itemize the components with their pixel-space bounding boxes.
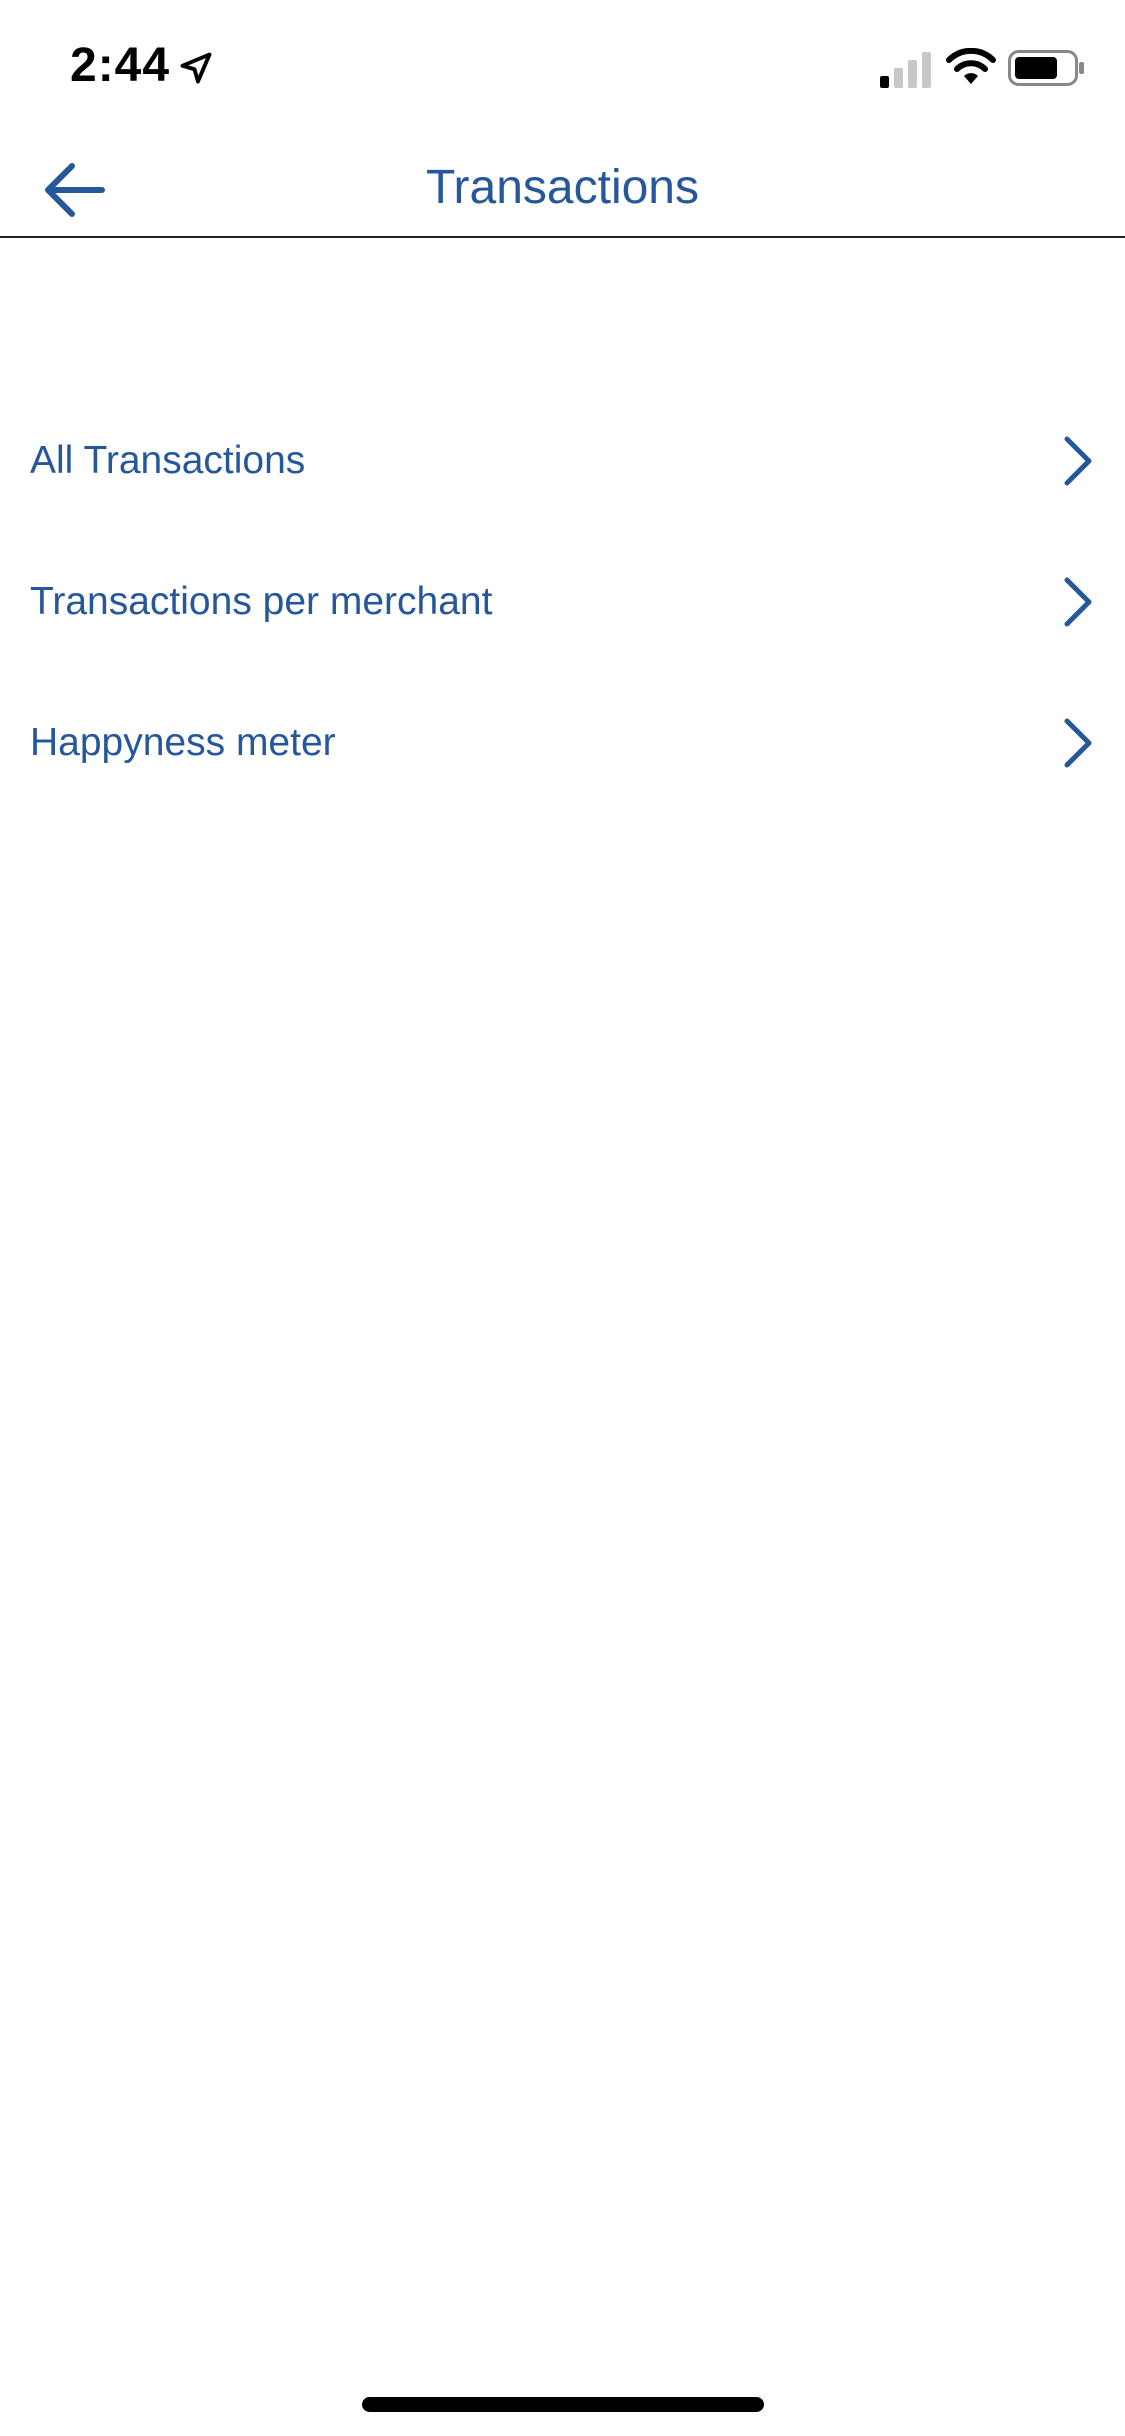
menu-item-happyness-meter[interactable]: Happyness meter — [0, 672, 1125, 813]
menu-item-all-transactions[interactable]: All Transactions — [0, 390, 1125, 531]
menu-item-label: Happyness meter — [30, 720, 336, 764]
chevron-right-icon — [1064, 436, 1092, 485]
wifi-icon — [946, 48, 996, 84]
menu-item-label: Transactions per merchant — [30, 579, 493, 623]
home-indicator[interactable] — [362, 2397, 764, 2412]
status-bar: 2:44 — [0, 0, 1125, 140]
location-arrow-icon — [180, 52, 212, 84]
page-title: Transactions — [0, 140, 1125, 236]
transactions-menu: All Transactions Transactions per mercha… — [0, 390, 1125, 813]
menu-item-label: All Transactions — [30, 438, 306, 482]
battery-icon — [1008, 50, 1084, 86]
chevron-right-icon — [1064, 718, 1092, 767]
navigation-bar: Transactions — [0, 140, 1125, 238]
status-time: 2:44 — [70, 39, 171, 92]
back-arrow-icon — [45, 163, 105, 217]
cellular-signal-icon — [880, 52, 931, 88]
back-button[interactable] — [30, 140, 130, 236]
menu-item-transactions-per-merchant[interactable]: Transactions per merchant — [0, 531, 1125, 672]
page-title-text: Transactions — [426, 161, 699, 214]
chevron-right-icon — [1064, 577, 1092, 626]
